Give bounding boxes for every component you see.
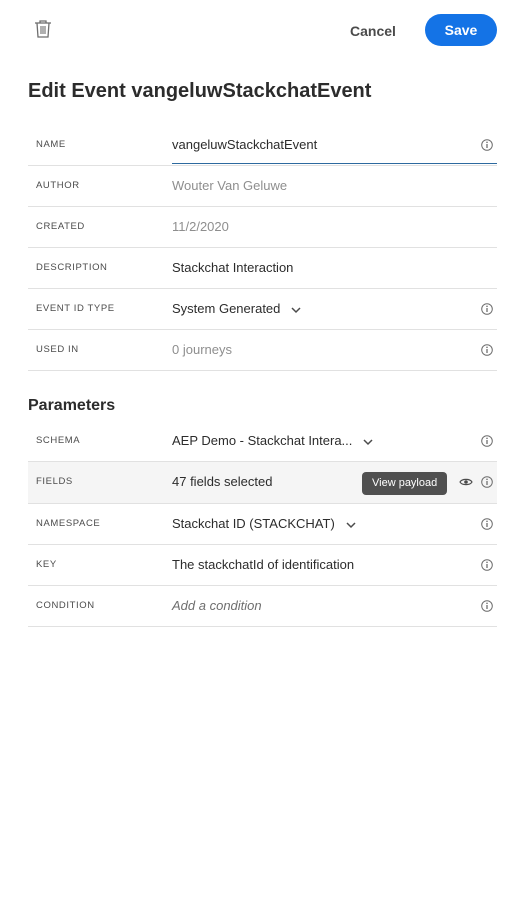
namespace-select[interactable]: Stackchat ID (STACKCHAT) (172, 504, 357, 544)
namespace-row: NAMESPACE Stackchat ID (STACKCHAT) (28, 504, 497, 545)
key-value[interactable]: The stackchatId of identification (172, 545, 354, 585)
author-label: AUTHOR (36, 180, 80, 191)
top-toolbar: Cancel Save (0, 0, 525, 60)
chevron-down-icon[interactable] (362, 436, 374, 448)
namespace-label: NAMESPACE (36, 518, 101, 529)
name-row: NAME (28, 125, 497, 166)
author-value: Wouter Van Geluwe (172, 178, 288, 193)
info-icon[interactable] (481, 600, 493, 612)
used-in-row: USED IN 0 journeys (28, 330, 497, 371)
fields-row: FIELDS 47 fields selected View payload (28, 462, 497, 504)
fields-value: 47 fields selected (172, 474, 273, 489)
event-id-type-row: EVENT ID TYPE System Generated (28, 289, 497, 330)
chevron-down-icon[interactable] (290, 304, 302, 316)
event-id-type-select[interactable]: System Generated (172, 289, 302, 329)
info-icon[interactable] (481, 139, 493, 151)
created-row: CREATED 11/2/2020 (28, 207, 497, 248)
schema-row: SCHEMA AEP Demo - Stackchat Intera... (28, 421, 497, 462)
add-condition-link[interactable]: Add a condition (172, 586, 262, 626)
schema-select[interactable]: AEP Demo - Stackchat Intera... (172, 421, 374, 461)
save-button[interactable]: Save (425, 14, 497, 46)
schema-label: SCHEMA (36, 435, 81, 446)
schema-value: AEP Demo - Stackchat Intera... (172, 433, 353, 448)
name-label: NAME (36, 139, 66, 150)
info-icon[interactable] (481, 518, 493, 530)
info-icon[interactable] (481, 344, 493, 356)
fields-label: FIELDS (36, 476, 73, 487)
trash-icon[interactable] (34, 19, 52, 39)
info-icon[interactable] (481, 303, 493, 315)
page-title: Edit Event vangeluwStackchatEvent (28, 80, 372, 102)
info-icon[interactable] (481, 435, 493, 447)
chevron-down-icon[interactable] (345, 519, 357, 531)
key-label: KEY (36, 559, 57, 570)
namespace-value: Stackchat ID (STACKCHAT) (172, 516, 335, 531)
created-value: 11/2/2020 (172, 219, 229, 234)
parameters-title: Parameters (28, 397, 116, 414)
condition-label: CONDITION (36, 600, 95, 611)
info-icon[interactable] (481, 476, 493, 488)
used-in-label: USED IN (36, 344, 79, 355)
description-label: DESCRIPTION (36, 262, 108, 273)
event-id-type-label: EVENT ID TYPE (36, 303, 115, 314)
description-row: DESCRIPTION Stackchat Interaction (28, 248, 497, 289)
created-label: CREATED (36, 221, 85, 232)
eye-icon[interactable] (459, 477, 473, 487)
name-input[interactable] (172, 125, 497, 164)
info-icon[interactable] (481, 559, 493, 571)
event-id-type-value: System Generated (172, 301, 281, 316)
key-row: KEY The stackchatId of identification (28, 545, 497, 586)
used-in-value: 0 journeys (172, 342, 232, 357)
view-payload-tooltip: View payload (362, 472, 448, 495)
description-value[interactable]: Stackchat Interaction (172, 248, 293, 288)
parameters-table: SCHEMA AEP Demo - Stackchat Intera... FI… (28, 421, 497, 627)
cancel-button[interactable]: Cancel (343, 16, 403, 46)
condition-row: CONDITION Add a condition (28, 586, 497, 627)
author-row: AUTHOR Wouter Van Geluwe (28, 166, 497, 207)
event-properties-table: NAME AUTHOR Wouter Van Geluwe CREATED 11… (28, 125, 497, 371)
